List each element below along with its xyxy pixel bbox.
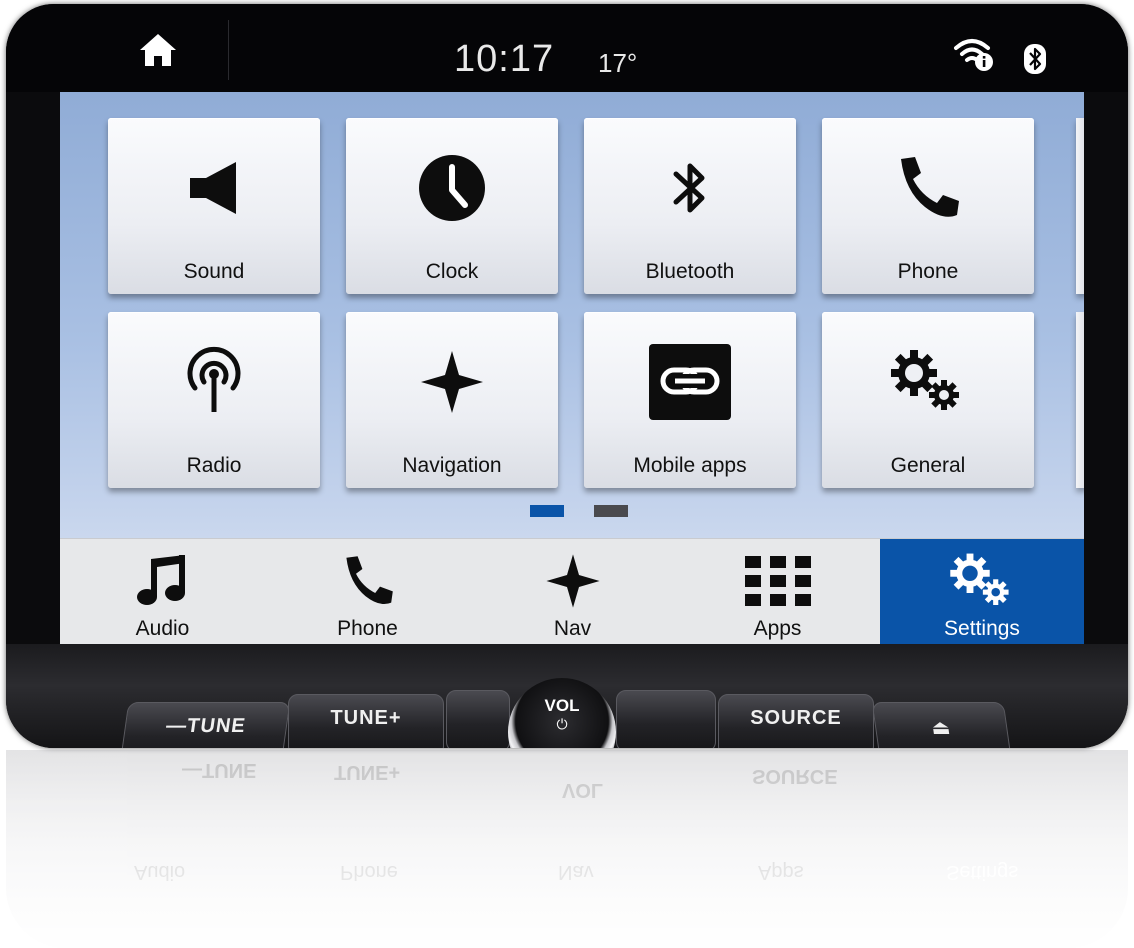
hardware-console: —TUNE TUNE+ VOL ⏻ SOURCE ⏏ [6,644,1128,748]
radio-antenna-icon [187,346,241,412]
tile-label: Radio [186,454,242,477]
gears-icon [950,553,1009,605]
tile-label: Mobile apps [633,454,747,477]
tile-label: Phone [897,260,959,283]
navigation-tile[interactable]: Navigation [346,312,558,488]
tune-up-button[interactable]: TUNE+ [288,694,444,748]
home-icon [140,34,176,66]
status-time: 10:17 [454,38,555,80]
compass-star-icon [545,554,600,608]
status-bar: 10:17 17° [6,4,1128,92]
settings-screen: Sound Clock Bluetooth Phone Radio Naviga… [60,92,1084,644]
tile-label: Navigation [402,454,502,477]
link-icon [649,344,731,420]
music-note-icon [136,555,185,605]
nav-settings-button[interactable]: Settings [880,539,1084,644]
next-page-tile-edge[interactable] [1076,118,1084,294]
page-indicator-1[interactable] [530,505,564,517]
bluetooth-tile[interactable]: Bluetooth [584,118,796,294]
eject-button[interactable]: ⏏ [871,702,1013,748]
nav-phone-button[interactable]: Phone [265,539,470,644]
tile-label: General [890,454,966,477]
bluetooth-icon [673,163,705,213]
vol-label: VOL [544,696,580,715]
bluetooth-icon[interactable] [1024,44,1046,74]
nav-audio-button[interactable]: Audio [60,539,265,644]
volume-power-knob[interactable]: VOL ⏻ [508,678,616,748]
tune-down-label: —TUNE [164,715,248,737]
tile-label: Clock [425,260,479,283]
nav-label: Phone [337,617,398,640]
console-blank-left [446,690,510,748]
nav-label: Audio [135,617,190,640]
tune-down-button[interactable]: —TUNE [119,702,291,748]
compass-star-icon [421,351,483,413]
gears-icon [891,350,959,410]
power-icon: ⏻ [556,716,568,732]
wifi-info-icon[interactable] [952,36,996,72]
nav-nav-button[interactable]: Nav [470,539,675,644]
tune-up-label: TUNE+ [330,707,402,729]
nav-apps-button[interactable]: Apps [675,539,880,644]
nav-label: Settings [944,617,1020,640]
page-indicator-2[interactable] [594,505,628,517]
eject-icon: ⏏ [929,717,953,739]
general-tile[interactable]: General [822,312,1034,488]
clock-tile[interactable]: Clock [346,118,558,294]
radio-tile[interactable]: Radio [108,312,320,488]
mobile-apps-tile[interactable]: Mobile apps [584,312,796,488]
bottom-nav-bar: Audio Phone Nav Apps Settings [60,538,1084,644]
tile-label: Sound [183,260,245,283]
source-label: SOURCE [750,707,842,729]
nav-label: Nav [553,617,592,640]
reflection-fade [0,750,1134,948]
sound-tile[interactable]: Sound [108,118,320,294]
apps-grid-icon [744,556,811,606]
nav-label: Apps [753,617,802,640]
phone-icon [345,556,393,605]
speaker-icon [190,162,236,214]
next-page-tile-edge[interactable] [1076,312,1084,488]
status-temperature: 17° [598,48,638,78]
home-button[interactable] [102,20,229,80]
clock-icon [419,155,485,221]
source-button[interactable]: SOURCE [718,694,874,748]
phone-tile[interactable]: Phone [822,118,1034,294]
console-blank-right [616,690,716,748]
phone-icon [901,157,959,217]
tile-label: Bluetooth [645,260,735,283]
infotainment-unit: 10:17 17° Sound Clock Bluetooth Phone Ra… [6,4,1128,748]
